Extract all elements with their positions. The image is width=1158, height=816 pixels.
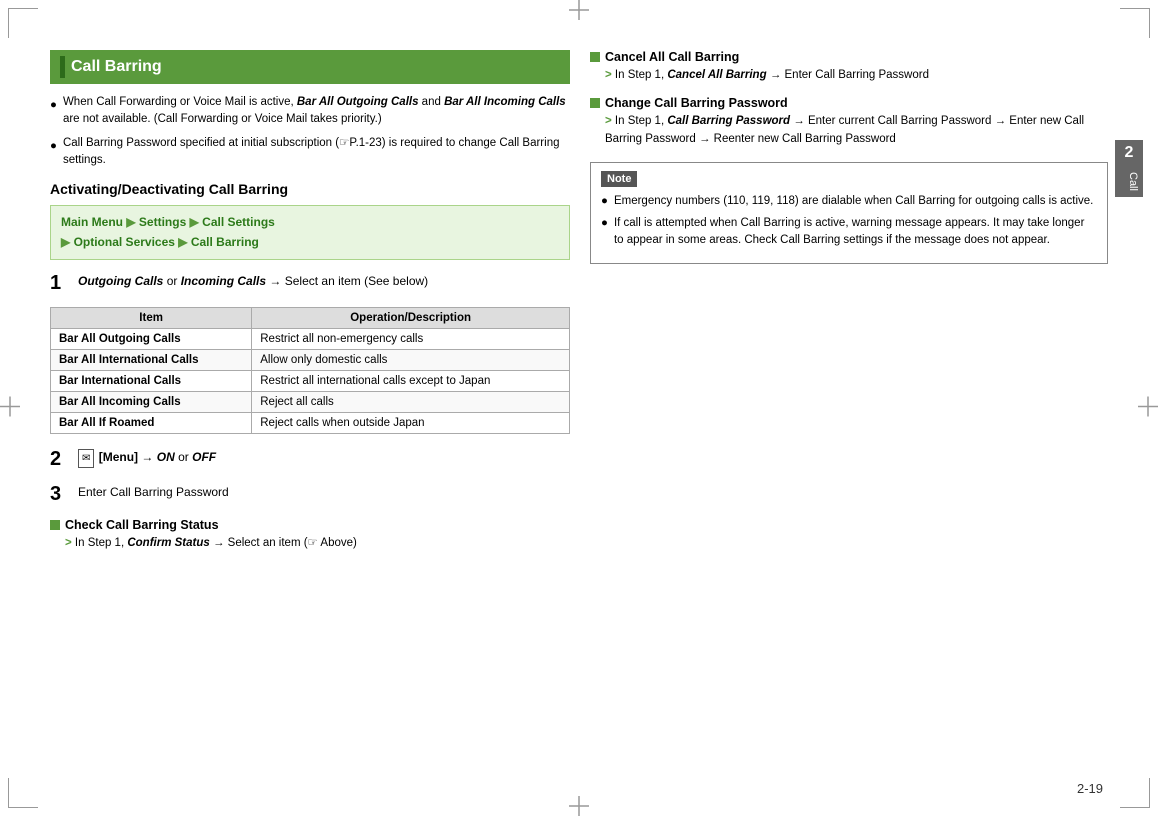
table-cell-item-5: Bar All If Roamed [51,412,252,433]
center-mark-top [569,0,589,20]
page-number: 2-19 [1077,781,1103,796]
bullet-item-2: ● Call Barring Password specified at ini… [50,135,570,170]
table-cell-item-2: Bar All International Calls [51,349,252,370]
change-password-content: > In Step 1, Call Barring Password → Ent… [590,113,1108,148]
note-text-2: If call is attempted when Call Barring i… [614,215,1097,250]
sq-bullet-check [50,520,60,530]
step-1-content: Outgoing Calls or Incoming Calls → Selec… [78,272,570,290]
center-mark-bottom [569,796,589,816]
table-cell-item-3: Bar International Calls [51,370,252,391]
or-label-2: or [178,450,192,464]
title-bar: Call Barring [50,50,570,84]
sq-bullet-change [590,98,600,108]
bullet-dot-1: ● [50,97,57,129]
cancel-barring-title: Cancel All Call Barring [605,50,739,64]
corner-mark-tl [8,8,38,38]
side-mark-left [0,397,20,420]
off-label: OFF [192,450,216,464]
note-header: Note [601,171,637,187]
check-status-content: > In Step 1, Confirm Status → Select an … [50,535,570,552]
table-row: Bar All If Roamed Reject calls when outs… [51,412,570,433]
change-password-section: Change Call Barring Password > In Step 1… [590,96,1108,148]
step-2: 2 ✉ [Menu] → ON or OFF [50,448,570,471]
note-bullet-2: ● [601,215,608,250]
cancel-barring-header: Cancel All Call Barring [590,50,1108,64]
side-mark-right [1138,397,1158,420]
menu-path-settings: Settings [139,215,186,229]
cancel-barring-content: > In Step 1, Cancel All Barring → Enter … [590,67,1108,84]
menu-icon: ✉ [78,449,94,468]
bullet-text-1: When Call Forwarding or Voice Mail is ac… [63,94,570,129]
barring-table: Item Operation/Description Bar All Outgo… [50,307,570,434]
bullet-section: ● When Call Forwarding or Voice Mail is … [50,94,570,169]
on-label: ON [157,450,175,464]
left-column: Call Barring ● When Call Forwarding or V… [50,50,570,776]
step-2-content: ✉ [Menu] → ON or OFF [78,448,570,468]
menu-path-bar: Main Menu ▶ Settings ▶ Call Settings ▶ O… [50,205,570,260]
table-row: Bar All Outgoing Calls Restrict all non-… [51,328,570,349]
bullet-dot-2: ● [50,138,57,170]
cancel-barring-section: Cancel All Call Barring > In Step 1, Can… [590,50,1108,84]
menu-path-main: Main Menu [61,215,123,229]
note-item-1: ● Emergency numbers (110, 119, 118) are … [601,193,1097,210]
table-cell-desc-3: Restrict all international calls except … [252,370,570,391]
chapter-label: Call [1115,166,1143,197]
right-column: Cancel All Call Barring > In Step 1, Can… [590,50,1108,776]
note-bullet-1: ● [601,193,608,210]
corner-mark-tr [1120,8,1150,38]
table-cell-desc-5: Reject calls when outside Japan [252,412,570,433]
table-row: Bar All International Calls Allow only d… [51,349,570,370]
change-password-header: Change Call Barring Password [590,96,1108,110]
incoming-calls-label: Incoming Calls [181,274,266,288]
table-header-operation: Operation/Description [252,307,570,328]
activating-heading: Activating/Deactivating Call Barring [50,181,570,197]
table-cell-desc-2: Allow only domestic calls [252,349,570,370]
bullet-text-2: Call Barring Password specified at initi… [63,135,570,170]
chapter-number: 2 [1115,140,1143,166]
check-status-section: Check Call Barring Status > In Step 1, C… [50,518,570,552]
content-area: Call Barring ● When Call Forwarding or V… [50,50,1108,776]
step-3-number: 3 [50,483,68,506]
arrow-1: → [269,274,284,288]
step-2-arrow: → [141,450,156,464]
change-password-title: Change Call Barring Password [605,96,788,110]
corner-mark-br [1120,778,1150,808]
table-cell-desc-1: Restrict all non-emergency calls [252,328,570,349]
outgoing-calls-label: Outgoing Calls [78,274,163,288]
note-item-2: ● If call is attempted when Call Barring… [601,215,1097,250]
page-container: 2 Call 2-19 Call Barring ● When Call For… [0,0,1158,816]
menu-path-optional: Optional Services [74,235,175,249]
note-box: Note ● Emergency numbers (110, 119, 118)… [590,162,1108,264]
step-1: 1 Outgoing Calls or Incoming Calls → Sel… [50,272,570,295]
bullet-item-1: ● When Call Forwarding or Voice Mail is … [50,94,570,129]
check-status-title: Check Call Barring Status [65,518,219,532]
check-status-header: Check Call Barring Status [50,518,570,532]
step-3-content: Enter Call Barring Password [78,483,570,501]
page-title: Call Barring [71,58,162,76]
step-1-desc: Select an item (See below) [285,274,428,288]
table-row: Bar International Calls Restrict all int… [51,370,570,391]
table-cell-desc-4: Reject all calls [252,391,570,412]
menu-path-call-barring: Call Barring [191,235,259,249]
step-2-number: 2 [50,448,68,471]
or-label-1: or [167,274,181,288]
menu-path-call-settings: Call Settings [202,215,275,229]
step-3: 3 Enter Call Barring Password [50,483,570,506]
corner-mark-bl [8,778,38,808]
title-accent [60,56,65,78]
menu-label: [Menu] [99,450,138,464]
sq-bullet-cancel [590,52,600,62]
table-header-item: Item [51,307,252,328]
table-row: Bar All Incoming Calls Reject all calls [51,391,570,412]
chapter-indicator: 2 Call [1115,140,1143,197]
table-cell-item-1: Bar All Outgoing Calls [51,328,252,349]
step-1-number: 1 [50,272,68,295]
table-cell-item-4: Bar All Incoming Calls [51,391,252,412]
note-text-1: Emergency numbers (110, 119, 118) are di… [614,193,1093,210]
